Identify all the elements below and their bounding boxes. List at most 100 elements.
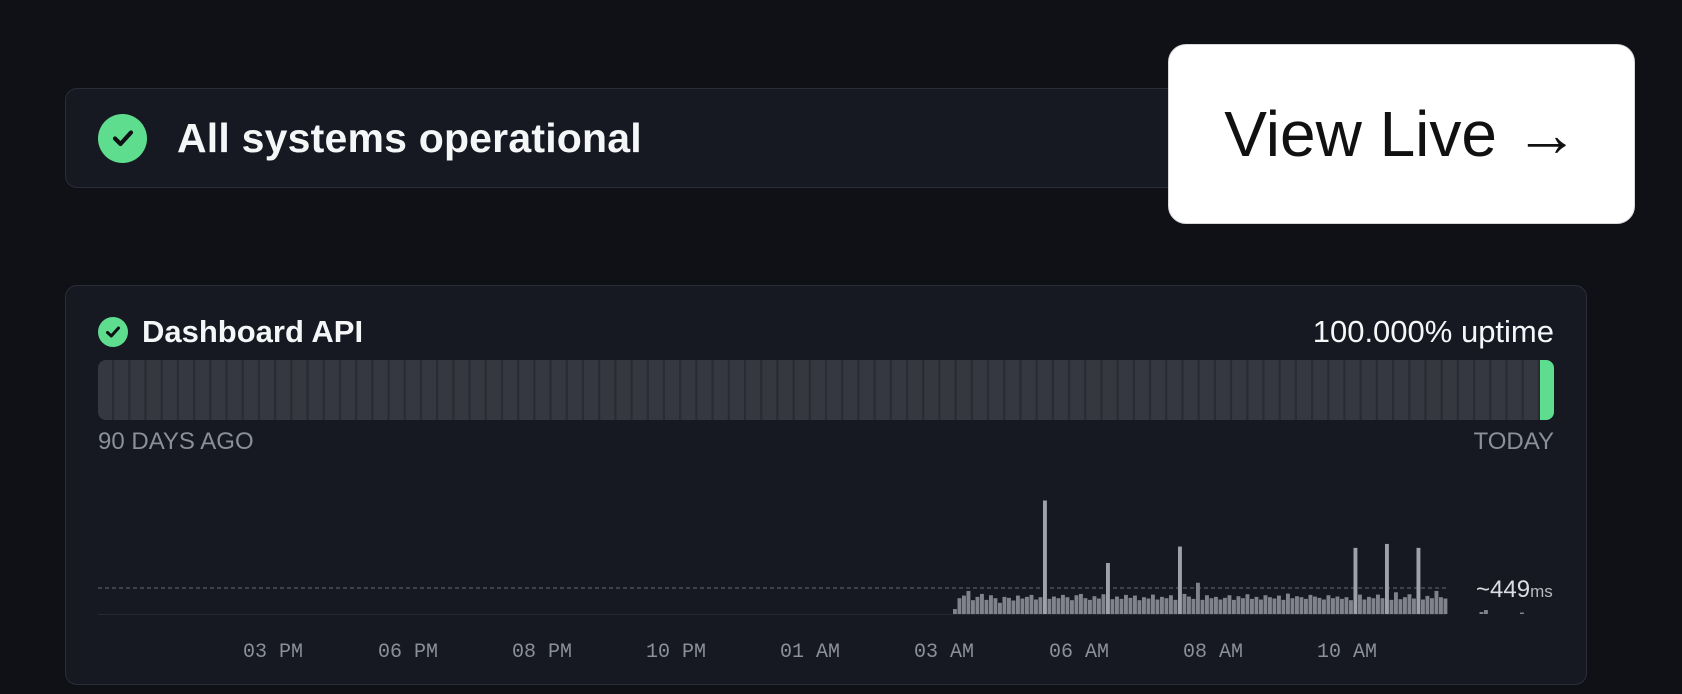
latency-bar[interactable] (1295, 596, 1299, 614)
uptime-day-no-data[interactable] (972, 360, 987, 420)
uptime-day-no-data[interactable] (324, 360, 339, 420)
latency-bar[interactable] (1277, 595, 1281, 614)
uptime-day-no-data[interactable] (1248, 360, 1263, 420)
uptime-day-no-data[interactable] (1215, 360, 1230, 420)
uptime-day-no-data[interactable] (989, 360, 1004, 420)
latency-bar[interactable] (975, 596, 980, 614)
uptime-day-no-data[interactable] (179, 360, 194, 420)
uptime-day-no-data[interactable] (1377, 360, 1392, 420)
uptime-day-no-data[interactable] (1329, 360, 1344, 420)
latency-bar[interactable] (1151, 594, 1155, 614)
latency-bar[interactable] (1218, 599, 1223, 614)
latency-bar[interactable] (1245, 594, 1250, 614)
uptime-day-no-data[interactable] (1442, 360, 1457, 420)
latency-bar[interactable] (957, 598, 962, 614)
uptime-day-no-data[interactable] (470, 360, 485, 420)
uptime-day-no-data[interactable] (648, 360, 663, 420)
latency-bar[interactable] (1380, 598, 1385, 614)
uptime-day-no-data[interactable] (924, 360, 939, 420)
uptime-day-no-data[interactable] (98, 360, 112, 420)
latency-bar[interactable] (1272, 598, 1277, 614)
latency-bar[interactable] (1061, 594, 1065, 614)
uptime-day-no-data[interactable] (697, 360, 712, 420)
latency-bar[interactable] (1092, 596, 1097, 614)
latency-bar[interactable] (1052, 596, 1056, 614)
latency-bar[interactable] (1110, 599, 1115, 614)
latency-bar[interactable] (1308, 594, 1313, 614)
latency-bar[interactable] (1214, 596, 1218, 614)
uptime-day-no-data[interactable] (162, 360, 177, 420)
latency-bar[interactable] (1236, 596, 1241, 614)
uptime-day-no-data[interactable] (567, 360, 582, 420)
latency-bar[interactable] (1367, 596, 1371, 614)
uptime-day-no-data[interactable] (1021, 360, 1036, 420)
latency-bar[interactable] (980, 593, 984, 614)
latency-bar[interactable] (1394, 592, 1398, 614)
uptime-day-no-data[interactable] (1361, 360, 1376, 420)
latency-bar[interactable] (1263, 595, 1268, 614)
uptime-day-no-data[interactable] (389, 360, 404, 420)
latency-bar[interactable] (1200, 599, 1205, 614)
uptime-day-no-data[interactable] (486, 360, 501, 420)
latency-bar[interactable] (1299, 597, 1304, 614)
uptime-day-no-data[interactable] (859, 360, 874, 420)
uptime-day-no-data[interactable] (713, 360, 728, 420)
uptime-day-no-data[interactable] (1458, 360, 1473, 420)
latency-bar[interactable] (1290, 598, 1295, 614)
latency-bar[interactable] (1074, 595, 1079, 614)
uptime-day-no-data[interactable] (535, 360, 550, 420)
latency-bar[interactable] (1317, 597, 1322, 614)
uptime-day-no-data[interactable] (146, 360, 161, 420)
latency-bar[interactable] (1304, 598, 1308, 614)
latency-bar[interactable] (1079, 593, 1083, 614)
latency-bar[interactable] (1043, 500, 1047, 615)
latency-bar[interactable] (1232, 599, 1236, 614)
uptime-day-no-data[interactable] (729, 360, 744, 420)
latency-bar[interactable] (1011, 600, 1016, 614)
uptime-day-no-data[interactable] (422, 360, 437, 420)
uptime-day-no-data[interactable] (341, 360, 356, 420)
latency-bar[interactable] (1434, 590, 1439, 614)
uptime-day-no-data[interactable] (1426, 360, 1441, 420)
uptime-day-no-data[interactable] (616, 360, 631, 420)
component-name[interactable]: Dashboard API (142, 314, 363, 350)
uptime-day-no-data[interactable] (810, 360, 825, 420)
uptime-day-no-data[interactable] (600, 360, 615, 420)
latency-bar[interactable] (1349, 600, 1353, 614)
latency-bar[interactable] (1034, 599, 1038, 614)
uptime-day-no-data[interactable] (1151, 360, 1166, 420)
uptime-day-no-data[interactable] (114, 360, 129, 420)
latency-bar[interactable] (1155, 599, 1160, 614)
latency-bar[interactable] (1353, 547, 1358, 614)
latency-bar[interactable] (989, 595, 993, 614)
uptime-day-no-data[interactable] (1102, 360, 1117, 420)
uptime-day-no-data[interactable] (1507, 360, 1522, 420)
uptime-day-no-data[interactable] (1296, 360, 1311, 420)
uptime-day-no-data[interactable] (956, 360, 971, 420)
uptime-day-no-data[interactable] (762, 360, 777, 420)
uptime-day-no-data[interactable] (1232, 360, 1247, 420)
uptime-day-no-data[interactable] (1394, 360, 1409, 420)
uptime-day-no-data[interactable] (130, 360, 145, 420)
latency-bar[interactable] (1101, 594, 1106, 614)
latency-bar[interactable] (1056, 598, 1061, 614)
latency-bar[interactable] (1169, 595, 1173, 614)
latency-bar[interactable] (1119, 598, 1124, 614)
latency-bar[interactable] (1128, 597, 1133, 614)
latency-bar[interactable] (1313, 596, 1317, 614)
latency-bar[interactable] (1389, 599, 1394, 614)
uptime-day-no-data[interactable] (292, 360, 307, 420)
latency-bar[interactable] (966, 590, 971, 614)
uptime-day-no-data[interactable] (308, 360, 323, 420)
latency-bar[interactable] (1137, 600, 1142, 614)
uptime-day-no-data[interactable] (551, 360, 566, 420)
uptime-day-no-data[interactable] (1523, 360, 1538, 420)
uptime-day-no-data[interactable] (827, 360, 842, 420)
latency-bar[interactable] (1133, 595, 1137, 614)
latency-bar[interactable] (1416, 547, 1421, 614)
latency-bar[interactable] (1443, 598, 1448, 614)
latency-bar[interactable] (1241, 598, 1245, 614)
uptime-day-no-data[interactable] (632, 360, 647, 420)
latency-bar[interactable] (1484, 610, 1488, 614)
uptime-day-no-data[interactable] (746, 360, 761, 420)
